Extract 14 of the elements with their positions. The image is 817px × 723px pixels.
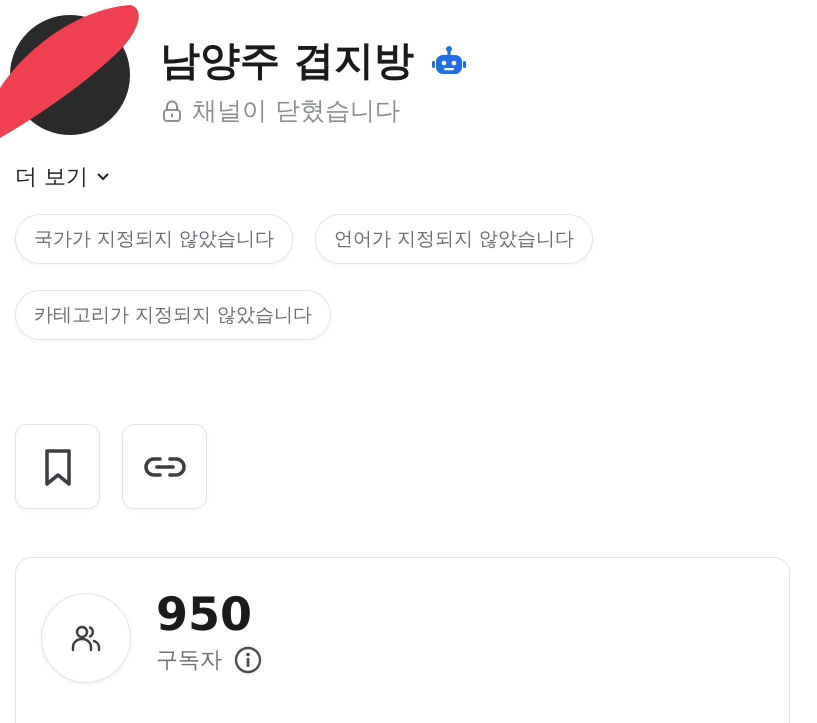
share-link-button[interactable] [122,424,207,509]
people-icon [71,623,101,653]
info-icon[interactable] [234,646,262,674]
link-icon [142,454,186,478]
tag-chip: 국가가 지정되지 않았습니다 [15,214,294,264]
more-toggle[interactable]: 더 보기 [15,162,110,192]
channel-name: 남양주 겹지방 [160,37,414,86]
chevron-icon [96,172,110,182]
subscriber-count: 950 [156,587,254,641]
tag-chip: 카테고리가 지정되지 않았습니다 [15,290,332,340]
bookmark-button[interactable] [15,424,100,509]
tag-chip: 언어가 지정되지 않았습니다 [315,214,594,264]
channel-status: 채널이 닫혔습니다 [192,95,400,127]
subscriber-label: 구독자 [156,647,222,675]
